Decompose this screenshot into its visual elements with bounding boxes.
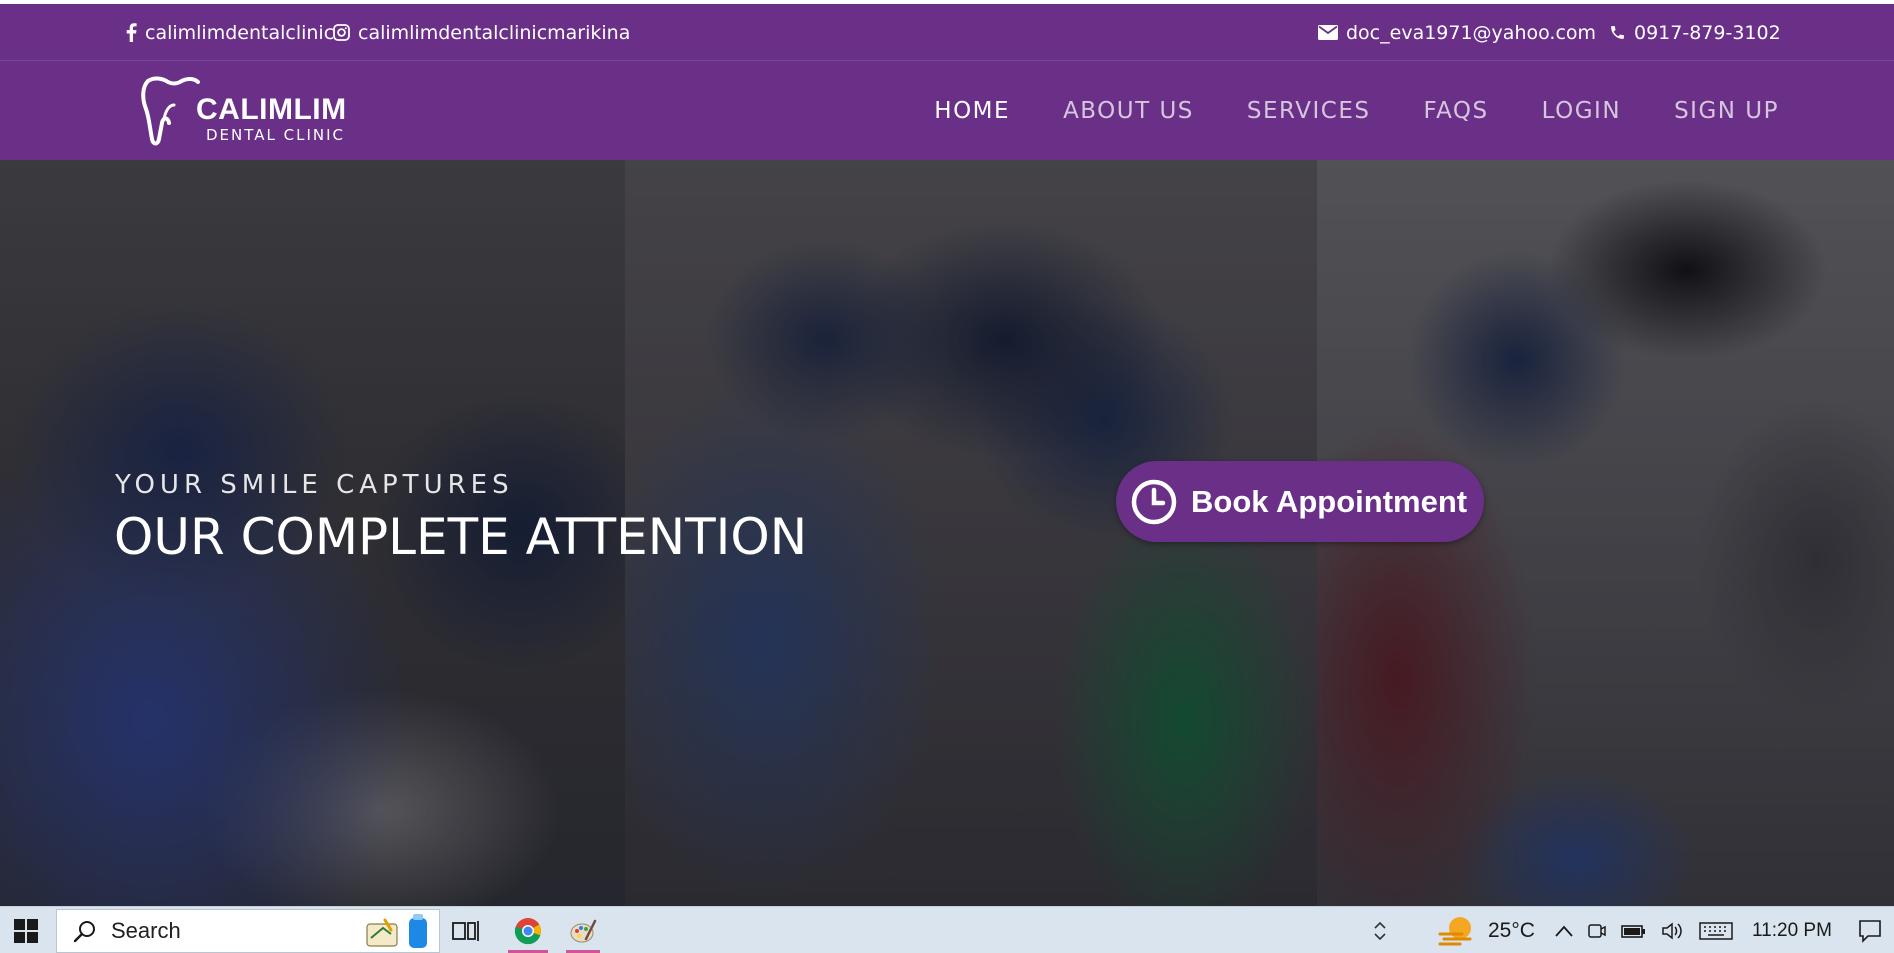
nav-services[interactable]: SERVICES <box>1247 98 1371 124</box>
clock-icon <box>1131 479 1177 524</box>
book-appointment-label: Book Appointment <box>1191 483 1468 519</box>
meet-now-icon[interactable] <box>1587 921 1607 941</box>
facebook-icon <box>126 23 137 42</box>
nav-login[interactable]: LOGIN <box>1542 98 1621 124</box>
chevron-up-icon[interactable] <box>1555 925 1573 937</box>
phone-number: 0917-879-3102 <box>1634 21 1781 44</box>
email-link[interactable]: doc_eva1971@yahoo.com <box>1318 4 1596 61</box>
hero-section: YOUR SMILE CAPTURES OUR COMPLETE ATTENTI… <box>0 160 1894 906</box>
main-navbar: CALIMLIM DENTAL CLINIC HOME ABOUT US SER… <box>0 61 1894 160</box>
phone-icon <box>1611 26 1624 39</box>
nav-sign-up[interactable]: SIGN UP <box>1674 98 1779 124</box>
tooth-logo-icon <box>141 76 200 146</box>
chrome-icon <box>514 917 542 944</box>
hero-title: OUR COMPLETE ATTENTION <box>114 508 808 566</box>
taskbar-search[interactable]: Search <box>56 909 440 953</box>
nav-faqs[interactable]: FAQS <box>1423 98 1488 124</box>
taskbar-clock[interactable]: 11:20 PM <box>1752 907 1832 953</box>
weather-icon <box>1438 916 1472 945</box>
phone-link[interactable]: 0917-879-3102 <box>1609 4 1781 61</box>
search-icon <box>73 921 95 943</box>
facebook-handle: calimlimdentalclinic <box>145 21 335 44</box>
keyboard-icon[interactable] <box>1699 921 1733 940</box>
weather-widget[interactable]: 25°C <box>1438 907 1535 953</box>
notification-center-button[interactable] <box>1858 907 1882 953</box>
paint-taskbar-button[interactable] <box>560 907 606 953</box>
notification-icon <box>1859 919 1881 943</box>
system-tray <box>1555 907 1733 953</box>
book-appointment-button[interactable]: Book Appointment <box>1116 461 1484 542</box>
windows-taskbar: Search 25°C 11:20 PM <box>0 906 1894 953</box>
facebook-link[interactable]: calimlimdentalclinic <box>126 4 334 61</box>
clinic-logo[interactable]: CALIMLIM DENTAL CLINIC <box>140 73 380 151</box>
volume-icon[interactable] <box>1661 921 1685 941</box>
start-button[interactable] <box>14 907 38 953</box>
nav-about-us[interactable]: ABOUT US <box>1063 98 1194 124</box>
email-address: doc_eva1971@yahoo.com <box>1346 21 1597 44</box>
search-placeholder: Search <box>111 918 181 943</box>
chevron-down-small-icon <box>1374 932 1386 940</box>
chevron-up-small-icon <box>1374 921 1386 929</box>
logo-brand-text: CALIMLIM <box>196 93 347 126</box>
task-view-button[interactable] <box>452 907 480 953</box>
battery-icon[interactable] <box>1621 922 1647 940</box>
instagram-handle: calimlimdentalclinicmarikina <box>358 21 631 44</box>
mail-icon <box>1318 25 1338 40</box>
temperature: 25°C <box>1488 918 1535 942</box>
scroll-arrows[interactable] <box>1374 907 1386 953</box>
search-highlight-icon <box>366 914 427 948</box>
chrome-taskbar-button[interactable] <box>502 907 554 953</box>
windows-start-icon <box>14 918 38 943</box>
instagram-link[interactable]: calimlimdentalclinicmarikina <box>333 4 630 61</box>
main-nav: HOME ABOUT US SERVICES FAQS LOGIN SIGN U… <box>934 61 1779 160</box>
logo-subtitle-text: DENTAL CLINIC <box>206 126 346 144</box>
task-view-icon <box>452 920 479 941</box>
clock-time: 11:20 PM <box>1752 919 1832 941</box>
hero-subtitle: YOUR SMILE CAPTURES <box>115 470 514 500</box>
instagram-icon <box>333 24 350 41</box>
contact-bar: calimlimdentalclinic calimlimdentalclini… <box>0 4 1894 61</box>
paint-icon <box>570 919 597 942</box>
nav-home[interactable]: HOME <box>934 98 1010 124</box>
